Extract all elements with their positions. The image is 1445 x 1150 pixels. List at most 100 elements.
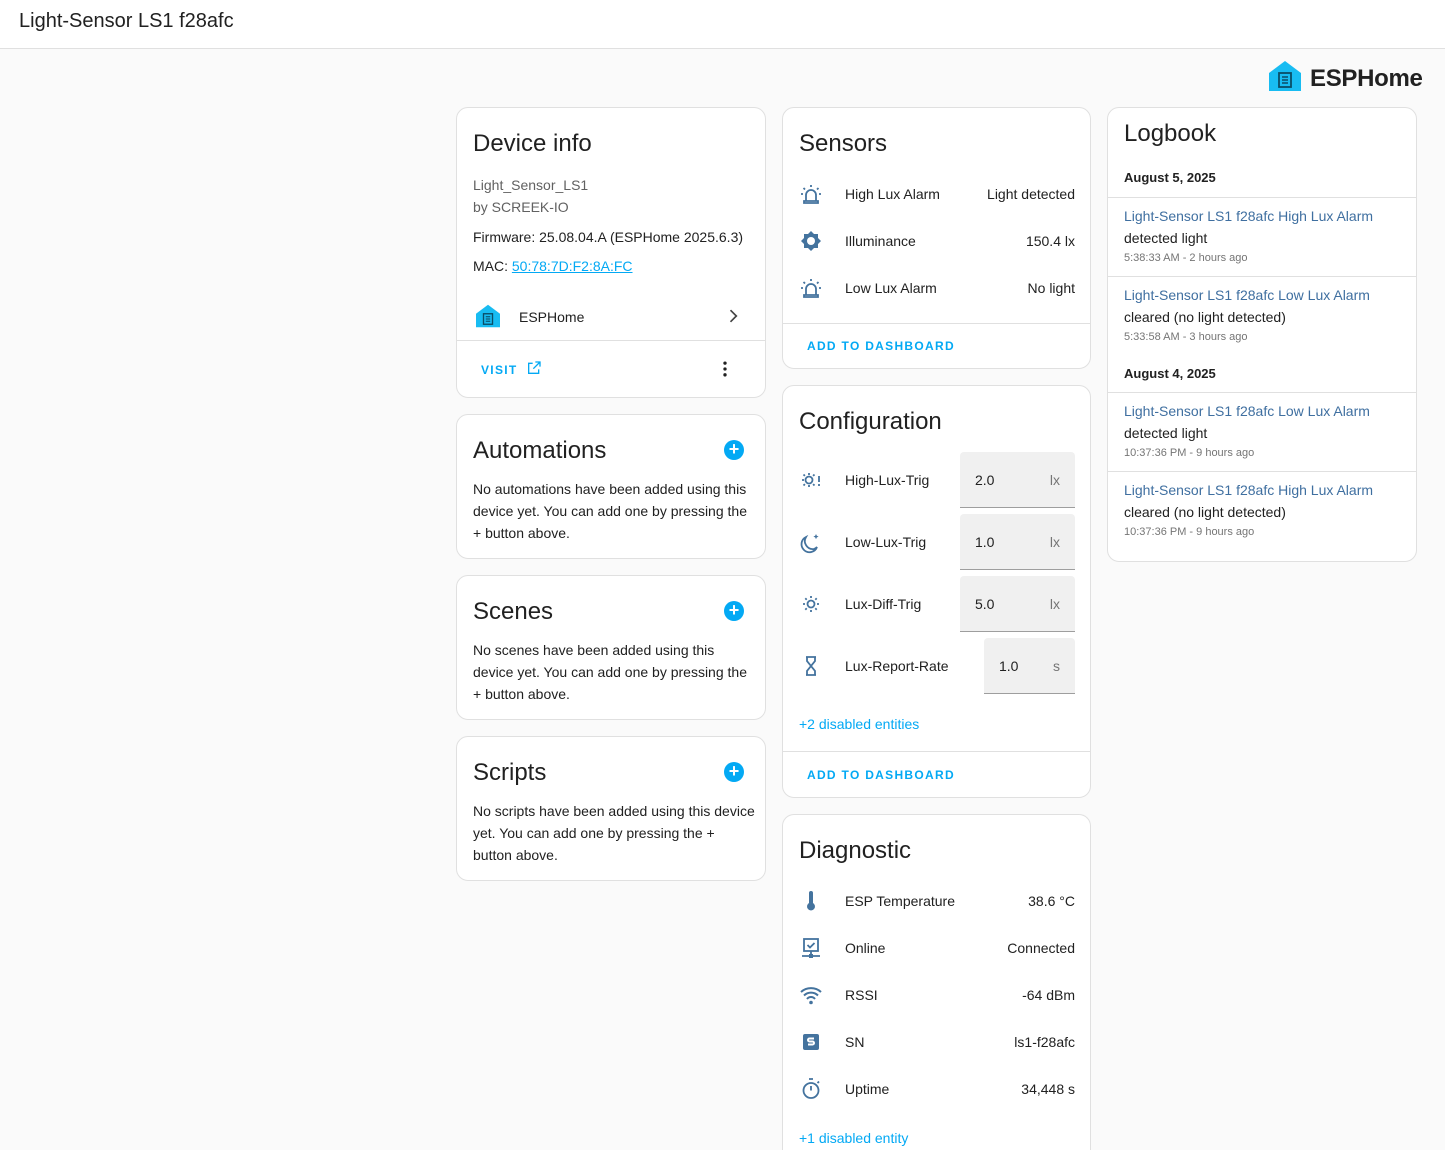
sensors-card: Sensors High Lux Alarm Light detected Il… bbox=[782, 107, 1091, 369]
sensor-row-high-lux-alarm[interactable]: High Lux Alarm Light detected bbox=[783, 174, 1090, 214]
visit-button[interactable]: VISIT bbox=[481, 360, 542, 380]
logbook-message: cleared (no light detected) bbox=[1124, 504, 1286, 520]
sun-alert-icon bbox=[799, 468, 823, 492]
diag-label: RSSI bbox=[845, 987, 878, 1003]
add-scene-button[interactable]: + bbox=[724, 601, 744, 621]
logbook-time: 5:33:58 AM - 3 hours ago bbox=[1124, 331, 1248, 343]
logbook-time: 10:37:36 PM - 9 hours ago bbox=[1124, 526, 1255, 538]
sensors-title: Sensors bbox=[799, 130, 888, 157]
config-label: Low-Lux-Trig bbox=[845, 534, 927, 550]
chevron-right-icon bbox=[723, 306, 743, 331]
device-info-divider bbox=[457, 340, 765, 341]
config-label: High-Lux-Trig bbox=[845, 472, 930, 488]
automations-empty-text: No automations have been added using thi… bbox=[473, 481, 747, 541]
config-label: Lux-Diff-Trig bbox=[845, 596, 922, 612]
moon-star-icon bbox=[799, 530, 823, 554]
integration-label: ESPHome bbox=[519, 309, 585, 325]
serial-number-icon bbox=[799, 1030, 823, 1054]
diag-disabled-entity-link[interactable]: +1 disabled entity bbox=[799, 1130, 908, 1146]
esphome-logo-icon bbox=[1268, 60, 1302, 97]
esphome-brand: ESPHome bbox=[1268, 60, 1423, 97]
timer-icon bbox=[799, 1077, 823, 1101]
logbook-time: 5:38:33 AM - 2 hours ago bbox=[1124, 252, 1248, 264]
config-disabled-entities-link[interactable]: +2 disabled entities bbox=[799, 716, 919, 732]
device-info-card: Device info Light_Sensor_LS1 by SCREEK-I… bbox=[456, 107, 766, 398]
sensor-value: No light bbox=[1027, 280, 1075, 296]
logbook-entity-link[interactable]: Light-Sensor LS1 f28afc Low Lux Alarm bbox=[1124, 287, 1370, 303]
sensor-label: Illuminance bbox=[845, 233, 916, 249]
sensor-value: Light detected bbox=[987, 186, 1075, 202]
brightness-icon bbox=[799, 229, 823, 253]
low-lux-trig-input[interactable]: 1.0 lx bbox=[960, 514, 1075, 570]
sensor-row-illuminance[interactable]: Illuminance 150.4 lx bbox=[783, 221, 1090, 261]
diagnostic-card: Diagnostic ESP Temperature 38.6 °C Onlin… bbox=[782, 814, 1091, 1150]
mac-link[interactable]: 50:78:7D:F2:8A:FC bbox=[512, 258, 633, 274]
configuration-add-to-dashboard-button[interactable]: ADD TO DASHBOARD bbox=[807, 768, 955, 782]
config-row-low-lux-trig: Low-Lux-Trig 1.0 lx bbox=[783, 514, 1090, 570]
logbook-date: August 4, 2025 bbox=[1124, 366, 1216, 381]
add-script-button[interactable]: + bbox=[724, 762, 744, 782]
diag-row-rssi[interactable]: RSSI -64 dBm bbox=[783, 975, 1090, 1015]
logbook-message: cleared (no light detected) bbox=[1124, 309, 1286, 325]
device-firmware: Firmware: 25.08.04.A (ESPHome 2025.6.3) bbox=[473, 229, 744, 245]
diag-row-uptime[interactable]: Uptime 34,448 s bbox=[783, 1069, 1090, 1109]
number-value: 1.0 bbox=[999, 658, 1019, 674]
thermometer-icon bbox=[799, 889, 823, 913]
logbook-title: Logbook bbox=[1124, 120, 1217, 147]
number-unit: lx bbox=[1049, 472, 1060, 488]
logbook-entity-link[interactable]: Light-Sensor LS1 f28afc Low Lux Alarm bbox=[1124, 403, 1370, 419]
add-automation-button[interactable]: + bbox=[724, 440, 744, 460]
sensor-label: Low Lux Alarm bbox=[845, 280, 937, 296]
diag-row-online[interactable]: Online Connected bbox=[783, 928, 1090, 968]
diag-label: Online bbox=[845, 940, 886, 956]
device-overflow-menu-button[interactable] bbox=[715, 359, 735, 379]
page-title: Light-Sensor LS1 f28afc bbox=[19, 10, 234, 32]
logbook-entry: Light-Sensor LS1 f28afc High Lux Alarm d… bbox=[1108, 197, 1416, 277]
logbook-entry: Light-Sensor LS1 f28afc High Lux Alarm c… bbox=[1108, 471, 1416, 551]
visit-label: VISIT bbox=[481, 363, 518, 377]
config-row-high-lux-trig: High-Lux-Trig 2.0 lx bbox=[783, 452, 1090, 508]
diag-value: 34,448 s bbox=[1021, 1081, 1075, 1097]
logbook-entity-link[interactable]: Light-Sensor LS1 f28afc High Lux Alarm bbox=[1124, 208, 1373, 224]
diag-value: Connected bbox=[1007, 940, 1075, 956]
scenes-card: Scenes + No scenes have been added using… bbox=[456, 575, 766, 720]
alarm-light-icon bbox=[799, 182, 823, 206]
logbook-entry: Light-Sensor LS1 f28afc Low Lux Alarm de… bbox=[1108, 392, 1416, 472]
number-unit: lx bbox=[1049, 534, 1060, 550]
number-value: 5.0 bbox=[975, 596, 995, 612]
device-info-title: Device info bbox=[473, 130, 592, 157]
sun-icon bbox=[799, 592, 823, 616]
sensors-add-to-dashboard-button[interactable]: ADD TO DASHBOARD bbox=[807, 339, 955, 353]
esphome-logo-text: ESPHome bbox=[1310, 64, 1423, 92]
number-value: 1.0 bbox=[975, 534, 995, 550]
automations-card: Automations + No automations have been a… bbox=[456, 414, 766, 559]
scenes-title: Scenes bbox=[473, 598, 554, 625]
logbook-message: detected light bbox=[1124, 230, 1208, 246]
logbook-time: 10:37:36 PM - 9 hours ago bbox=[1124, 447, 1255, 459]
sensor-row-low-lux-alarm[interactable]: Low Lux Alarm No light bbox=[783, 268, 1090, 308]
number-unit: s bbox=[1053, 658, 1060, 674]
top-bar: Light-Sensor LS1 f28afc bbox=[0, 0, 1445, 49]
monitor-check-icon bbox=[799, 936, 823, 960]
hourglass-icon bbox=[799, 654, 823, 678]
logbook-message: detected light bbox=[1124, 425, 1208, 441]
device-mac: MAC: 50:78:7D:F2:8A:FC bbox=[473, 258, 633, 274]
number-unit: lx bbox=[1049, 596, 1060, 612]
lux-report-rate-input[interactable]: 1.0 s bbox=[984, 638, 1075, 694]
open-in-new-icon bbox=[526, 360, 542, 381]
esphome-integration-icon bbox=[475, 304, 501, 333]
lux-diff-trig-input[interactable]: 5.0 lx bbox=[960, 576, 1075, 632]
logbook-entry: Light-Sensor LS1 f28afc Low Lux Alarm cl… bbox=[1108, 276, 1416, 356]
configuration-card: Configuration High-Lux-Trig 2.0 lx Low-L… bbox=[782, 385, 1091, 798]
integration-row[interactable]: ESPHome bbox=[457, 296, 765, 340]
high-lux-trig-input[interactable]: 2.0 lx bbox=[960, 452, 1075, 508]
diag-row-esp-temperature[interactable]: ESP Temperature 38.6 °C bbox=[783, 881, 1090, 921]
diagnostic-title: Diagnostic bbox=[799, 837, 912, 864]
wifi-icon bbox=[799, 983, 823, 1007]
number-value: 2.0 bbox=[975, 472, 995, 488]
diag-row-sn[interactable]: SN ls1-f28afc bbox=[783, 1022, 1090, 1062]
configuration-divider bbox=[783, 751, 1090, 752]
config-row-lux-report-rate: Lux-Report-Rate 1.0 s bbox=[783, 638, 1090, 694]
dots-vertical-icon bbox=[723, 361, 727, 377]
logbook-entity-link[interactable]: Light-Sensor LS1 f28afc High Lux Alarm bbox=[1124, 482, 1373, 498]
